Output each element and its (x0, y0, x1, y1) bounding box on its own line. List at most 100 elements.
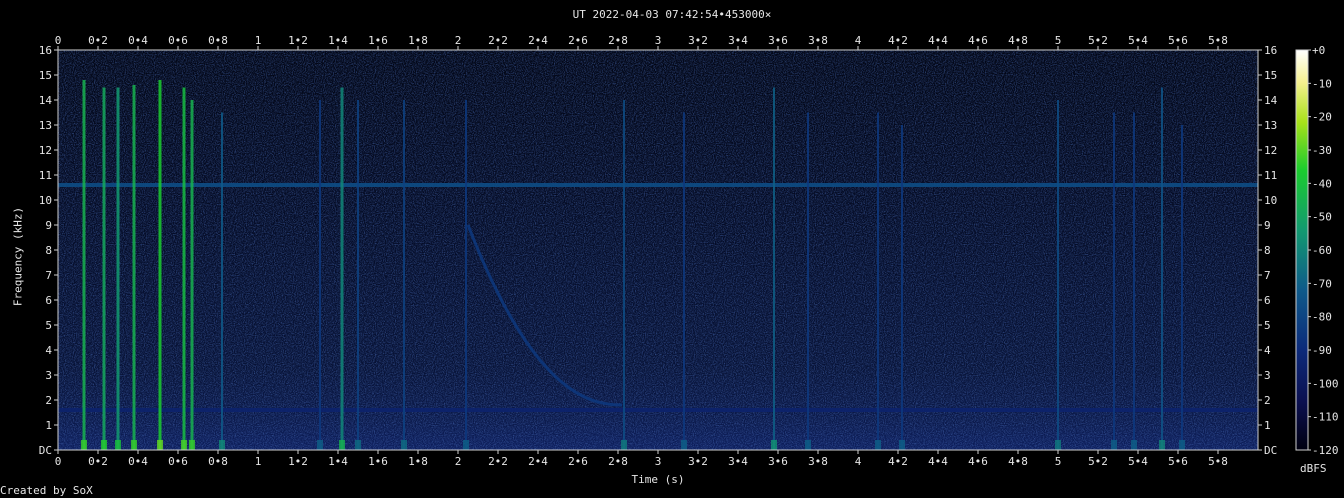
x-tick-label-top: 0•6 (168, 34, 188, 47)
impulse-mark (623, 100, 625, 450)
x-tick-label-bottom: 4•4 (928, 455, 948, 468)
x-tick-label-top: 4 (855, 34, 862, 47)
impulse-mark (357, 100, 359, 450)
colorbar-tick-label: -20 (1312, 111, 1332, 124)
x-axis-label: Time (s) (631, 473, 685, 486)
x-tick-label-bottom: 0•8 (208, 455, 228, 468)
x-tick-label-bottom: 3•6 (768, 455, 788, 468)
x-tick-label-top: 0•8 (208, 34, 228, 47)
impulse-mark (221, 112, 223, 450)
x-tick-label-bottom: 3•4 (728, 455, 748, 468)
impulse-mark (132, 85, 136, 450)
x-tick-label-top: 2•8 (608, 34, 628, 47)
x-tick-label-bottom: 3 (655, 455, 662, 468)
x-tick-label-bottom: 0•6 (168, 455, 188, 468)
y-tick-label-left: 11 (39, 169, 52, 182)
colorbar-tick-label: -50 (1312, 211, 1332, 224)
x-tick-label-bottom: 5 (1055, 455, 1062, 468)
x-tick-label-top: 0•2 (88, 34, 108, 47)
impulse-base (317, 440, 323, 450)
tone-line (58, 408, 1258, 412)
y-tick-label-left: 3 (45, 369, 52, 382)
x-tick-label-top: 5•2 (1088, 34, 1108, 47)
y-tick-label-left: 7 (45, 269, 52, 282)
x-tick-label-bottom: 4•8 (1008, 455, 1028, 468)
y-tick-label-left: 14 (39, 94, 53, 107)
impulse-base (771, 440, 777, 450)
y-tick-label-right: 8 (1264, 244, 1271, 257)
impulse-base (1055, 440, 1061, 450)
impulse-base (101, 440, 107, 450)
impulse-base (1179, 440, 1185, 450)
y-tick-label-left: 12 (39, 144, 52, 157)
x-tick-label-bottom: 5•8 (1208, 455, 1228, 468)
x-tick-label-top: 1•6 (368, 34, 388, 47)
x-tick-label-top: 5 (1055, 34, 1062, 47)
y-tick-label-right: 13 (1264, 119, 1277, 132)
y-tick-label-right: 2 (1264, 394, 1271, 407)
impulse-mark (182, 87, 186, 450)
y-tick-label-left: 15 (39, 69, 52, 82)
tone-line (58, 183, 1258, 187)
impulse-mark (340, 87, 344, 450)
y-tick-label-right: 3 (1264, 369, 1271, 382)
y-tick-label-right: 12 (1264, 144, 1277, 157)
impulse-base (115, 440, 121, 450)
x-tick-label-top: 1 (255, 34, 262, 47)
colorbar-tick-label: -80 (1312, 311, 1332, 324)
spectrogram-chart: 000•20•20•40•40•60•60•80•8111•21•21•41•4… (39, 34, 1339, 468)
impulse-base (1111, 440, 1117, 450)
x-tick-label-bottom: 1 (255, 455, 262, 468)
x-tick-label-bottom: 5•6 (1168, 455, 1188, 468)
impulse-mark (773, 87, 775, 450)
impulse-mark (116, 87, 120, 450)
y-tick-label-right: DC (1264, 444, 1277, 457)
colorbar-tick-label: +0 (1312, 44, 1325, 57)
impulse-mark (901, 125, 903, 450)
impulse-mark (190, 100, 194, 450)
y-tick-label-right: 6 (1264, 294, 1271, 307)
x-tick-label-top: 3•4 (728, 34, 748, 47)
x-tick-label-top: 5•4 (1128, 34, 1148, 47)
impulse-mark (1133, 112, 1135, 450)
x-tick-label-bottom: 3•8 (808, 455, 828, 468)
x-tick-label-bottom: 0•2 (88, 455, 108, 468)
impulse-mark (1113, 112, 1115, 450)
impulse-base (339, 440, 345, 450)
y-tick-label-right: 11 (1264, 169, 1277, 182)
spectrogram-noise (58, 50, 1258, 450)
y-tick-label-left: 5 (45, 319, 52, 332)
x-tick-label-top: 0 (55, 34, 62, 47)
x-tick-label-top: 1•2 (288, 34, 308, 47)
impulse-base (181, 440, 187, 450)
colorbar-tick-label: -100 (1312, 377, 1339, 390)
y-tick-label-right: 14 (1264, 94, 1278, 107)
colorbar-tick-label: -10 (1312, 77, 1332, 90)
impulse-mark (158, 80, 162, 450)
y-tick-label-left: 1 (45, 419, 52, 432)
impulse-mark (1181, 125, 1183, 450)
y-tick-label-right: 10 (1264, 194, 1277, 207)
impulse-mark (683, 112, 685, 450)
x-tick-label-bottom: 1•4 (328, 455, 348, 468)
y-tick-label-right: 5 (1264, 319, 1271, 332)
impulse-mark (877, 112, 879, 450)
impulse-base (401, 440, 407, 450)
x-tick-label-bottom: 1•6 (368, 455, 388, 468)
y-tick-label-left: 13 (39, 119, 52, 132)
x-tick-label-bottom: 2•8 (608, 455, 628, 468)
y-tick-label-right: 16 (1264, 44, 1277, 57)
x-tick-label-top: 2•2 (488, 34, 508, 47)
x-tick-label-top: 4•8 (1008, 34, 1028, 47)
x-tick-label-top: 3•2 (688, 34, 708, 47)
colorbar-label: dBFS (1300, 462, 1327, 475)
x-tick-label-bottom: 2•2 (488, 455, 508, 468)
impulse-mark (102, 87, 106, 450)
y-tick-label-right: 4 (1264, 344, 1271, 357)
impulse-base (681, 440, 687, 450)
y-tick-label-right: 9 (1264, 219, 1271, 232)
colorbar-tick-label: -60 (1312, 244, 1332, 257)
x-tick-label-bottom: 4•2 (888, 455, 908, 468)
x-tick-label-top: 5•6 (1168, 34, 1188, 47)
y-tick-label-left: DC (39, 444, 52, 457)
